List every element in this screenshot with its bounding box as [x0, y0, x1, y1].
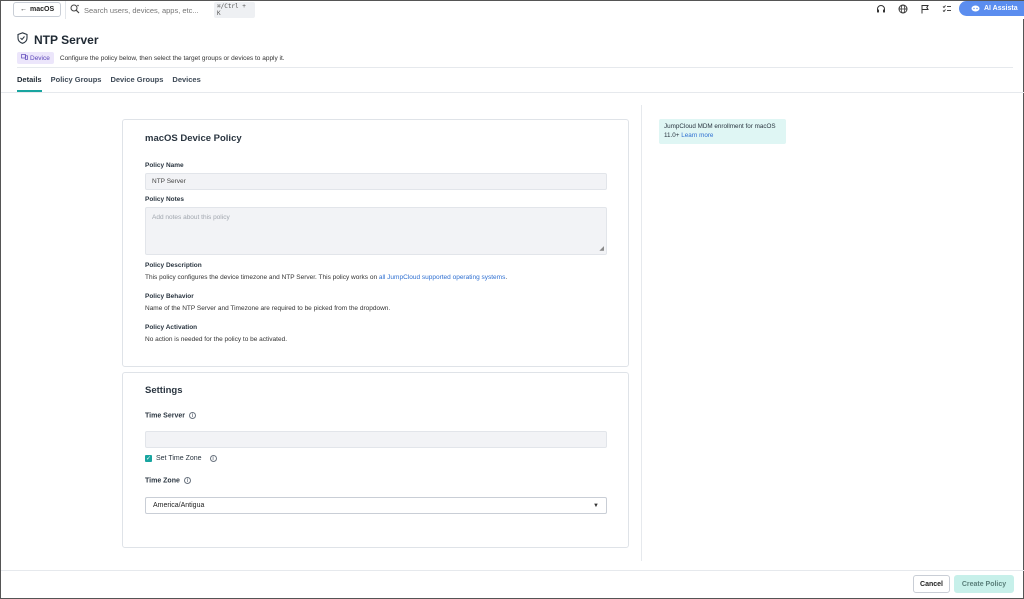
caret-down-icon: ▼ — [593, 502, 599, 509]
page-title: NTP Server — [34, 33, 99, 47]
arrow-left-icon: ← — [20, 6, 27, 13]
search-input[interactable] — [84, 5, 210, 15]
ai-bot-icon — [971, 4, 980, 14]
settings-card-title: Settings — [145, 385, 183, 396]
policy-behavior-label: Policy Behavior — [145, 293, 194, 300]
tasks-icon[interactable] — [941, 3, 953, 15]
ai-assistant-button[interactable]: AI Assista — [959, 1, 1024, 16]
time-server-input[interactable] — [145, 431, 607, 448]
footer-divider — [1, 570, 1024, 571]
tab-policy-groups[interactable]: Policy Groups — [51, 75, 102, 92]
settings-card: Settings Time Server i ✓ Set Time Zone i … — [122, 372, 629, 548]
policy-description-label: Policy Description — [145, 262, 202, 269]
subtitle-row: Device Configure the policy below, then … — [17, 52, 285, 64]
policy-notes-placeholder: Add notes about this policy — [152, 214, 230, 221]
policy-activation-label: Policy Activation — [145, 324, 198, 331]
policy-notes-label: Policy Notes — [145, 196, 185, 203]
header-divider — [17, 67, 1013, 68]
top-icon-group — [875, 3, 953, 15]
page-subtitle: Configure the policy below, then select … — [59, 54, 285, 62]
info-icon[interactable]: i — [183, 477, 191, 484]
time-zone-select[interactable]: America/Antigua ▼ — [145, 497, 607, 514]
set-time-zone-label: Set Time Zone — [156, 455, 202, 462]
policy-activation-text: No action is needed for the policy to be… — [145, 336, 288, 343]
page-header: NTP Server Device Configure the policy b… — [17, 31, 1017, 64]
top-bar: ← macOS ⌘/Ctrl + K AI Assista — [1, 1, 1024, 19]
column-divider — [641, 105, 642, 561]
tab-details[interactable]: Details — [17, 75, 42, 92]
search-icon — [70, 1, 80, 19]
time-server-label-row: Time Server i — [145, 412, 196, 419]
learn-more-link[interactable]: Learn more — [681, 132, 713, 139]
policy-notes-textarea[interactable]: Add notes about this policy ◢ — [145, 207, 607, 255]
global-search: ⌘/Ctrl + K — [65, 1, 255, 19]
tab-bar: Details Policy Groups Device Groups Devi… — [17, 75, 201, 92]
shortcut-hint: ⌘/Ctrl + K — [213, 2, 255, 18]
shield-icon — [17, 31, 28, 49]
policy-details-card: macOS Device Policy Policy Name NTP Serv… — [122, 119, 629, 367]
devices-icon — [21, 54, 28, 62]
time-zone-label-row: Time Zone i — [145, 477, 191, 484]
tabs-divider — [1, 92, 1024, 93]
policy-description-text: This policy configures the device timezo… — [145, 274, 507, 281]
time-zone-label: Time Zone — [145, 477, 180, 485]
back-button-label: macOS — [30, 6, 55, 13]
globe-icon[interactable] — [897, 3, 909, 15]
title-row: NTP Server — [17, 31, 1017, 49]
tab-devices[interactable]: Devices — [172, 75, 200, 92]
cancel-button[interactable]: Cancel — [913, 575, 950, 593]
ai-assistant-label: AI Assista — [984, 5, 1018, 12]
set-time-zone-checkbox[interactable]: ✓ — [145, 455, 152, 462]
mdm-info-box: JumpCloud MDM enrollment for macOS 11.0+… — [659, 119, 786, 144]
flag-icon[interactable] — [919, 3, 931, 15]
policy-description-body: This policy configures the device timezo… — [145, 274, 379, 281]
resize-grip-icon[interactable]: ◢ — [599, 245, 604, 252]
policy-card-title: macOS Device Policy — [145, 133, 242, 144]
info-icon[interactable]: i — [209, 455, 217, 462]
time-server-label: Time Server — [145, 412, 185, 420]
policy-behavior-text: Name of the NTP Server and Timezone are … — [145, 305, 391, 312]
info-icon[interactable]: i — [188, 412, 196, 419]
headset-icon[interactable] — [875, 3, 887, 15]
create-policy-button[interactable]: Create Policy — [954, 575, 1014, 593]
tab-device-groups[interactable]: Device Groups — [110, 75, 163, 92]
policy-name-input[interactable]: NTP Server — [145, 173, 607, 190]
supported-os-link[interactable]: all JumpCloud supported operating system… — [379, 274, 505, 281]
time-zone-selected-value: America/Antigua — [153, 502, 205, 509]
device-badge: Device — [17, 52, 54, 64]
policy-description-end: . — [505, 274, 508, 281]
back-button[interactable]: ← macOS — [13, 2, 62, 17]
set-time-zone-row: ✓ Set Time Zone i — [145, 455, 217, 462]
policy-name-label: Policy Name — [145, 162, 184, 169]
device-badge-label: Device — [30, 54, 50, 62]
